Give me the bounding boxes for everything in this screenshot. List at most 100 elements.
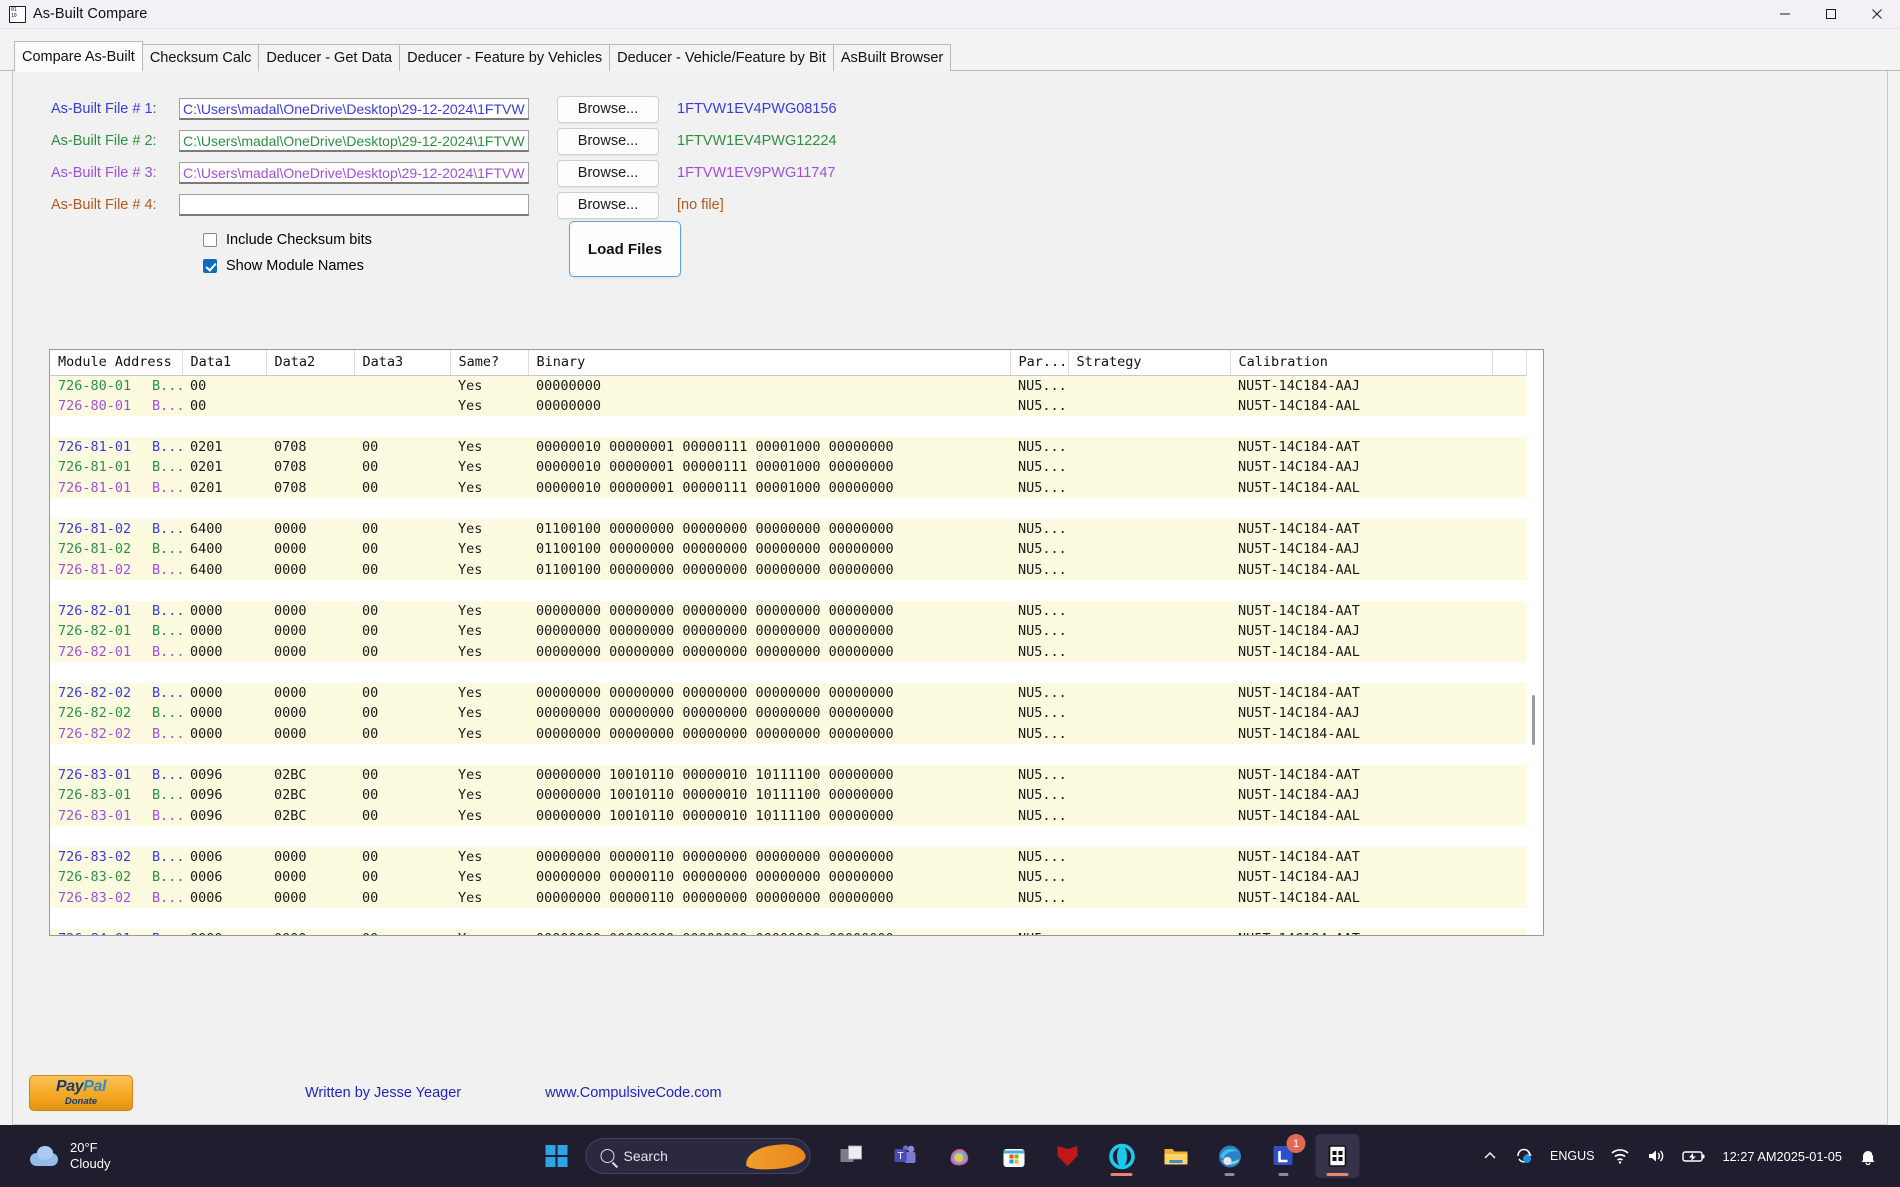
grid-vertical-scrollbar[interactable]	[1527, 350, 1543, 935]
column-header-part[interactable]: Par...	[1010, 350, 1069, 376]
table-row[interactable]: 726-81-02 B... 6400 0000 00 Yes 01100100 00000…	[50, 559, 1527, 580]
spacer-cell	[50, 908, 1527, 929]
table-row[interactable]: 726-81-01 B... 0201 0708 00 Yes 00000010 00000…	[50, 477, 1527, 498]
clock-widget[interactable]: 12:27 AM 2025-01-05	[1722, 1148, 1842, 1165]
cell-strategy	[1068, 600, 1231, 621]
column-header-extra[interactable]	[1492, 350, 1527, 376]
windows-start-icon[interactable]	[536, 1135, 578, 1177]
tab-deducer-get-data[interactable]: Deducer - Get Data	[258, 44, 401, 71]
tab-compare-as-built[interactable]: Compare As-Built	[14, 41, 143, 71]
battery-icon[interactable]	[1682, 1148, 1706, 1164]
table-row[interactable]: 726-83-01 B... 0096 02BC 00 Yes 00000000 10010…	[50, 764, 1527, 785]
column-header-module-address[interactable]: Module Address	[50, 350, 183, 376]
speaker-icon[interactable]	[1646, 1147, 1666, 1165]
column-header-data3[interactable]: Data3	[354, 350, 451, 376]
weather-condition: Cloudy	[70, 1156, 111, 1171]
table-row[interactable]: 726-82-02 B... 0000 0000 00 Yes 00000000 00000…	[50, 703, 1527, 724]
asbuilt-compare-icon[interactable]	[1315, 1134, 1360, 1178]
table-row[interactable]: 726-82-02 B... 0000 0000 00 Yes 00000000 00000…	[50, 723, 1527, 744]
microsoft-teams-icon[interactable]: T	[884, 1134, 928, 1178]
paypal-donate-button[interactable]: PayPal Donate	[29, 1075, 133, 1111]
load-files-button[interactable]: Load Files	[569, 221, 681, 277]
options-section: Include Checksum bits Show Module Names …	[13, 221, 1887, 311]
task-view-icon[interactable]	[830, 1134, 874, 1178]
table-row[interactable]: 726-81-02 B... 6400 0000 00 Yes 01100100 00000…	[50, 539, 1527, 560]
column-header-strategy[interactable]: Strategy	[1068, 350, 1231, 376]
column-header-data1[interactable]: Data1	[182, 350, 267, 376]
table-body: 726-80-01 B... 00 Yes 00000000 NU5... NU5T-14C…	[50, 375, 1527, 935]
file-4-browse-button[interactable]: Browse...	[557, 191, 659, 219]
column-header-same[interactable]: Same?	[450, 350, 529, 376]
opera-icon[interactable]	[1100, 1134, 1144, 1178]
minimize-button[interactable]	[1762, 0, 1808, 29]
linkedin-icon[interactable]: 1	[1262, 1134, 1306, 1178]
cell-strategy	[1068, 887, 1231, 908]
weather-widget[interactable]: 20°F Cloudy	[30, 1140, 110, 1172]
table-row[interactable]: 726-81-02 B... 6400 0000 00 Yes 01100100 00000…	[50, 518, 1527, 539]
cell-same: Yes	[450, 764, 529, 785]
table-row[interactable]: 726-83-02 B... 0006 0000 00 Yes 00000000 00000…	[50, 846, 1527, 867]
column-header-binary[interactable]: Binary	[528, 350, 1011, 376]
grid-scrollbar-thumb[interactable]	[1532, 695, 1535, 745]
mcafee-icon[interactable]	[1046, 1134, 1090, 1178]
chevron-up-icon[interactable]	[1482, 1148, 1498, 1164]
cell-module-name: B...	[144, 518, 183, 539]
file-3-browse-button[interactable]: Browse...	[557, 159, 659, 187]
cell-module-address: 726-83-02	[50, 887, 144, 908]
wifi-icon[interactable]	[1610, 1147, 1630, 1165]
website-link[interactable]: www.CompulsiveCode.com	[545, 1085, 721, 1101]
table-row[interactable]: 726-80-01 B... 00 Yes 00000000 NU5... NU5T-14C…	[50, 375, 1527, 396]
file-3-path-input[interactable]	[179, 162, 529, 184]
table-row[interactable]: 726-80-01 B... 00 Yes 00000000 NU5... NU5T-14C…	[50, 395, 1527, 416]
cell-data3: 00	[354, 477, 451, 498]
table-row[interactable]: 726-84-01B...0000000000Yes00000000 00000…	[50, 928, 1527, 935]
maximize-button[interactable]	[1808, 0, 1854, 29]
cell-binary: 00000000 00000000 00000000 00000000 0000…	[528, 928, 1011, 935]
cell-strategy	[1068, 477, 1231, 498]
cell-same: Yes	[450, 518, 529, 539]
file-2-path-input[interactable]	[179, 130, 529, 152]
tab-deducer-feature-by-vehicles[interactable]: Deducer - Feature by Vehicles	[399, 44, 611, 71]
microsoft-store-icon[interactable]	[992, 1134, 1036, 1178]
cell-module-address: 726-82-01	[50, 600, 144, 621]
table-row[interactable]: 726-83-02 B... 0006 0000 00 Yes 00000000 00000…	[50, 887, 1527, 908]
table-row[interactable]: 726-83-01 B... 0096 02BC 00 Yes 00000000 10010…	[50, 805, 1527, 826]
onedrive-sync-icon[interactable]	[1514, 1146, 1534, 1166]
show-module-names-checkbox[interactable]	[203, 259, 217, 273]
column-header-calibration[interactable]: Calibration	[1230, 350, 1493, 376]
include-checksum-bits-checkbox[interactable]	[203, 233, 217, 247]
notifications-icon[interactable]: z	[1858, 1146, 1878, 1166]
cell-part: NU5...	[1010, 887, 1069, 908]
table-header-row: Module Address Data1 Data2 Data3 Same? B…	[50, 350, 1527, 376]
cell-data1: 0201	[182, 457, 267, 478]
file-2-browse-button[interactable]: Browse...	[557, 127, 659, 155]
search-doodle-icon	[744, 1141, 807, 1173]
tab-asbuilt-browser[interactable]: AsBuilt Browser	[832, 44, 952, 71]
include-checksum-bits-row[interactable]: Include Checksum bits	[203, 227, 1887, 253]
table-row[interactable]: 726-82-01 B... 0000 0000 00 Yes 00000000 00000…	[50, 641, 1527, 662]
show-module-names-row[interactable]: Show Module Names	[203, 253, 1887, 279]
spacer-cell	[50, 744, 1527, 765]
table-row[interactable]: 726-81-01 B... 0201 0708 00 Yes 00000010 00000…	[50, 457, 1527, 478]
table-row[interactable]: 726-83-01 B... 0096 02BC 00 Yes 00000000 10010…	[50, 785, 1527, 806]
file-explorer-icon[interactable]	[1154, 1134, 1198, 1178]
table-row[interactable]: 726-83-02 B... 0006 0000 00 Yes 00000000 00000…	[50, 867, 1527, 888]
copilot-icon[interactable]	[938, 1134, 982, 1178]
table-row[interactable]: 726-82-01 B... 0000 0000 00 Yes 00000000 00000…	[50, 621, 1527, 642]
file-1-path-input[interactable]	[179, 98, 529, 120]
file-1-browse-button[interactable]: Browse...	[557, 95, 659, 123]
column-header-data2[interactable]: Data2	[266, 350, 355, 376]
table-row[interactable]: 726-81-01 B... 0201 0708 00 Yes 00000010 00000…	[50, 436, 1527, 457]
cell-part: NU5...	[1010, 764, 1069, 785]
tab-deducer-vehicle-feature-by-bit[interactable]: Deducer - Vehicle/Feature by Bit	[609, 44, 834, 71]
language-indicator[interactable]: ENG US	[1550, 1149, 1594, 1164]
microsoft-edge-icon[interactable]	[1208, 1134, 1252, 1178]
weather-text: 20°F Cloudy	[70, 1140, 110, 1172]
close-button[interactable]	[1854, 0, 1900, 29]
file-4-path-input[interactable]	[179, 194, 529, 216]
search-input[interactable]: Search	[585, 1138, 811, 1174]
tab-checksum-calc[interactable]: Checksum Calc	[141, 44, 260, 71]
cell-module-address: 726-81-01	[50, 457, 144, 478]
table-row[interactable]: 726-82-01 B... 0000 0000 00 Yes 00000000 00000…	[50, 600, 1527, 621]
table-row[interactable]: 726-82-02 B... 0000 0000 00 Yes 00000000 00000…	[50, 682, 1527, 703]
